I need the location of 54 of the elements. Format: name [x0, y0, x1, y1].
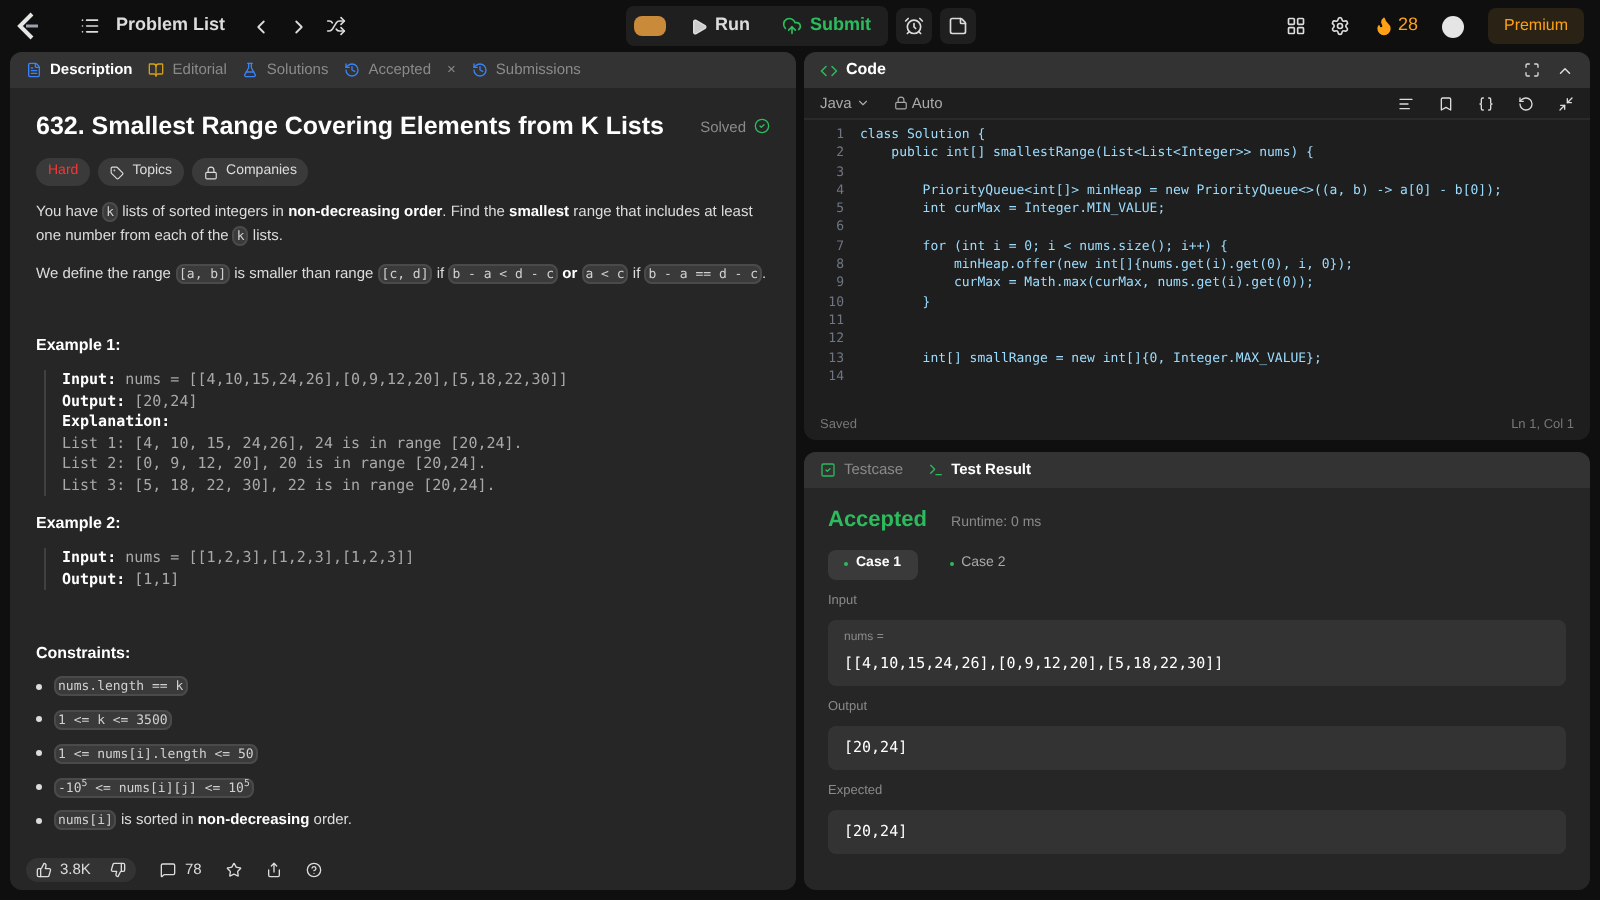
dislike-icon[interactable] — [110, 862, 127, 878]
note-icon — [947, 16, 967, 36]
bullet-icon — [36, 750, 42, 757]
example-title: Example 2: — [36, 512, 123, 537]
lock-icon — [893, 96, 908, 110]
layout-icon[interactable] — [1285, 16, 1306, 36]
history-icon — [471, 62, 488, 78]
terminal-icon — [927, 462, 944, 478]
bookmark-icon[interactable] — [1438, 95, 1454, 111]
chevron-down-icon — [855, 96, 870, 110]
shuffle-icon[interactable] — [325, 16, 346, 36]
format-icon[interactable] — [1398, 95, 1414, 111]
run-button[interactable]: Run — [673, 12, 766, 40]
streak-counter[interactable]: 28 — [1373, 12, 1418, 40]
help-icon[interactable] — [305, 862, 322, 878]
comment-icon — [160, 862, 177, 878]
document-icon — [26, 62, 42, 78]
history-icon — [344, 62, 361, 78]
verdict-text: Accepted — [828, 506, 928, 536]
premium-button[interactable]: Premium — [1487, 8, 1584, 44]
thumbs-up-icon — [36, 862, 52, 878]
problem-list-link[interactable]: Problem List — [116, 12, 226, 40]
flask-icon — [242, 62, 259, 78]
reset-icon[interactable] — [1518, 95, 1534, 111]
checkbox-icon — [820, 462, 836, 478]
bullet-icon — [36, 683, 42, 690]
note-button[interactable] — [939, 8, 975, 44]
list-icon[interactable] — [80, 16, 100, 36]
code-icon — [820, 61, 838, 79]
flame-icon — [1373, 16, 1394, 36]
settings-icon[interactable] — [1329, 16, 1350, 36]
constraints-title: Constraints: — [36, 642, 133, 667]
braces-icon[interactable] — [1478, 95, 1494, 111]
share-icon[interactable] — [265, 862, 282, 878]
book-icon — [148, 62, 165, 78]
star-icon[interactable] — [225, 862, 242, 878]
example-title: Example 1: — [36, 334, 123, 359]
alarm-button[interactable] — [895, 8, 931, 44]
logo-icon[interactable] — [16, 12, 40, 40]
cloud-upload-icon — [782, 16, 802, 36]
submit-button[interactable]: Submit — [766, 12, 887, 40]
maximize-icon[interactable] — [1524, 62, 1540, 78]
bullet-icon — [36, 817, 42, 824]
fullscreen-icon[interactable] — [1558, 95, 1574, 111]
play-icon — [689, 17, 707, 35]
tag-icon — [110, 165, 125, 179]
avatar-icon[interactable] — [1441, 15, 1464, 37]
bullet-icon — [36, 716, 42, 723]
bullet-icon — [36, 783, 42, 790]
problem-title: 632. Smallest Range Covering Elements from K Lists — [36, 110, 664, 144]
code-tab[interactable]: Code — [820, 58, 886, 82]
check-circle-icon — [754, 118, 770, 135]
lock-icon — [204, 165, 219, 179]
alarm-clock-icon — [903, 16, 923, 36]
